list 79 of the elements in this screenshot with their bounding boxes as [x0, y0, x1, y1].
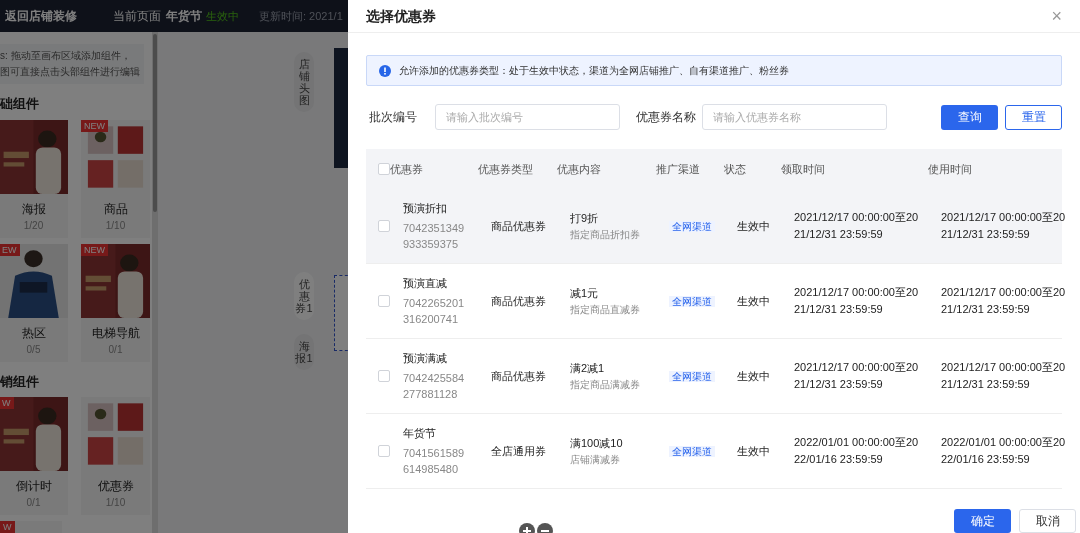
coupon-id: 7042351349933359375	[403, 221, 466, 253]
table-cell: 商品优惠券	[491, 219, 546, 232]
offer-text: 打9折	[570, 211, 600, 227]
column-header: 状态	[724, 162, 746, 175]
close-button[interactable]: ×	[1051, 7, 1062, 25]
coupon-name: 年货节	[403, 425, 437, 441]
offer-desc: 指定商品满减券	[570, 377, 641, 392]
new-badge: W	[0, 521, 15, 533]
coupon-name: 预演折扣	[403, 200, 448, 216]
table-cell: 商品优惠券	[491, 369, 546, 382]
channel-tag: 全网渠道	[669, 370, 715, 382]
notice-text: 允许添加的优惠券类型：处于生效中状态，渠道为全网店铺推广、自有渠道推广、粉丝券	[399, 64, 789, 78]
new-badge: EW	[0, 243, 20, 256]
cancel-button[interactable]: 取消	[1019, 509, 1076, 533]
page-name: 年货节	[166, 8, 202, 25]
channel-tag: 全网渠道	[669, 295, 715, 307]
side-tab[interactable]: 店铺头图	[294, 52, 314, 112]
offer-text: 满2减1	[570, 361, 606, 377]
coupon-id: 7041561589614985480	[403, 446, 466, 478]
table-cell: 生效中	[737, 369, 770, 382]
side-tab[interactable]: 优惠券1	[294, 272, 314, 320]
offer-desc: 指定商品折扣券	[570, 227, 641, 242]
column-header: 使用时间	[928, 162, 972, 175]
channel-tag: 全网渠道	[669, 445, 715, 457]
confirm-button[interactable]: 确定	[954, 509, 1011, 533]
section-title: 销组件	[0, 372, 40, 391]
checkbox[interactable]	[378, 163, 390, 175]
table-cell-text: 2022/01/01 00:00:00至2022/01/16 23:59:59	[794, 435, 920, 467]
reset-button[interactable]: 重置	[1005, 104, 1062, 130]
status-text: 生效中	[206, 8, 239, 24]
page-label: 当前页面	[113, 8, 161, 25]
table-cell: 生效中	[737, 444, 770, 457]
table-cell: 生效中	[737, 294, 770, 307]
checkbox[interactable]	[378, 370, 390, 382]
coupon-id: 7042425584277881128	[403, 371, 466, 403]
text-input[interactable]: 请输入优惠券名称	[702, 104, 887, 130]
table-cell-text: 2021/12/17 00:00:00至2021/12/31 23:59:59	[794, 360, 920, 392]
column-header: 推广渠道	[656, 162, 700, 175]
new-badge: NEW	[81, 243, 108, 256]
table-cell: 全店通用券	[491, 444, 546, 457]
coupon-name: 预演满减	[403, 350, 448, 366]
search-button[interactable]: 查询	[941, 104, 998, 130]
component-card[interactable]: W	[0, 521, 62, 533]
tips-text: 图可直接点击头部组件进行编辑	[0, 65, 141, 79]
table-cell-text: 2021/12/17 00:00:00至2021/12/31 23:59:59	[794, 210, 920, 242]
offer-text: 减1元	[570, 286, 600, 302]
coupon-name: 预演直减	[403, 275, 448, 291]
card-title: 电梯导航	[91, 324, 140, 342]
column-header: 领取时间	[781, 162, 825, 175]
new-badge: NEW	[81, 119, 108, 132]
dialog-title: 选择优惠券	[366, 6, 436, 26]
filter-label: 批次编号	[369, 109, 418, 126]
column-header: 优惠券	[390, 162, 423, 175]
card-title: 优惠券	[97, 478, 134, 495]
offer-text: 满100减10	[570, 436, 624, 452]
checkbox[interactable]	[378, 220, 390, 232]
card-title: 海报	[21, 200, 46, 218]
table-cell: 生效中	[737, 219, 770, 232]
scroll-thumb[interactable]	[153, 34, 157, 212]
card-title: 商品	[103, 200, 128, 218]
offer-desc: 店铺满减券	[570, 452, 621, 467]
card-title: 倒计时	[15, 478, 52, 495]
text-input[interactable]: 请输入批次编号	[435, 104, 620, 130]
column-header: 优惠内容	[557, 162, 601, 175]
new-badge: W	[0, 397, 14, 409]
back-link[interactable]: 返回店铺装修	[5, 7, 77, 25]
info-icon	[379, 64, 391, 77]
tips-text: s: 拖动至画布区域添加组件，	[0, 49, 132, 63]
table-cell: 商品优惠券	[491, 294, 546, 307]
card-title: 热区	[21, 324, 46, 342]
coupon-id: 7042265201316200741	[403, 296, 466, 328]
checkbox[interactable]	[378, 295, 390, 307]
channel-tag: 全网渠道	[669, 220, 715, 232]
offer-desc: 指定商品直减券	[570, 302, 641, 317]
checkbox[interactable]	[378, 445, 390, 457]
side-tab[interactable]: 海报1	[294, 334, 314, 370]
table-cell-text: 2021/12/17 00:00:00至2021/12/31 23:59:59	[794, 285, 920, 317]
column-header: 优惠券类型	[478, 162, 533, 175]
section-title: 础组件	[0, 95, 40, 113]
